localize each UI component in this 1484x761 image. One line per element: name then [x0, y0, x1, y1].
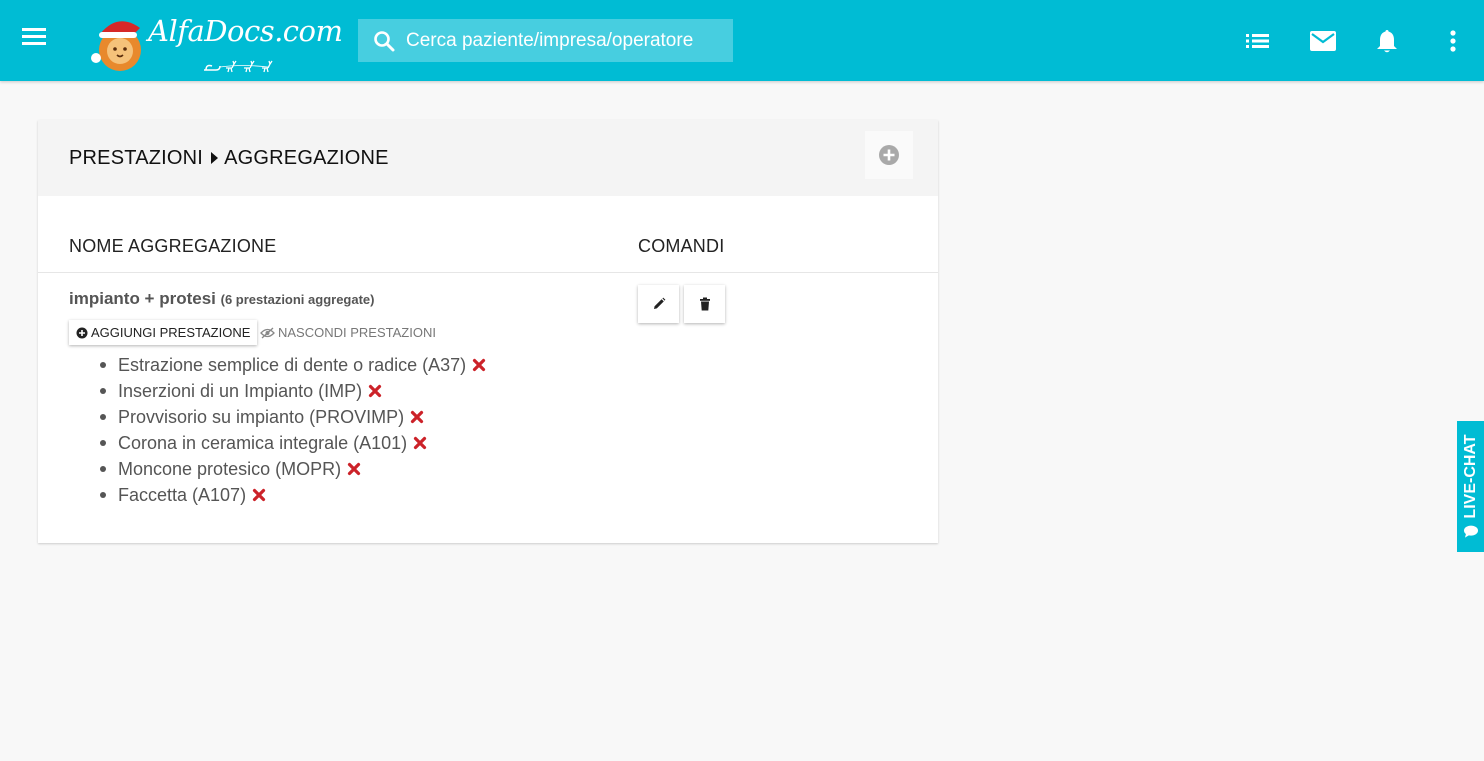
aggregation-count: (6 prestazioni aggregate)	[220, 292, 375, 307]
service-name: Provvisorio su impianto (PROVIMP)	[118, 406, 405, 427]
delete-button[interactable]	[684, 285, 725, 323]
list-item: Provvisorio su impianto (PROVIMP)	[100, 404, 486, 430]
trash-icon	[699, 297, 710, 311]
plus-circle-icon	[76, 327, 88, 338]
list-item: Moncone protesico (MOPR)	[100, 456, 486, 482]
hide-services-button[interactable]: NASCONDI PRESTAZIONI	[260, 320, 436, 345]
add-service-label: AGGIUNGI PRESTAZIONE	[91, 325, 251, 340]
hide-services-label: NASCONDI PRESTAZIONI	[278, 325, 436, 340]
add-service-button[interactable]: AGGIUNGI PRESTAZIONE	[69, 320, 258, 345]
service-name: Inserzioni di un Impianto (IMP)	[118, 380, 363, 401]
header-divider	[38, 272, 938, 273]
bullet-icon	[100, 362, 106, 368]
remove-icon[interactable]	[472, 358, 486, 372]
more-vert-icon[interactable]	[1438, 26, 1468, 56]
mail-icon[interactable]	[1308, 26, 1338, 56]
logo-text: AlfaDocs.com	[148, 14, 343, 48]
bullet-icon	[100, 440, 106, 446]
search-input[interactable]	[406, 19, 733, 62]
chat-bubble-icon	[1463, 525, 1478, 538]
caret-right-icon	[211, 152, 219, 164]
add-aggregation-button[interactable]	[865, 131, 913, 179]
plus-circle-icon	[879, 145, 899, 165]
service-name: Faccetta (A107)	[118, 484, 247, 505]
live-chat-tab[interactable]: LIVE-CHAT	[1457, 421, 1484, 552]
remove-icon[interactable]	[347, 462, 361, 476]
bullet-icon	[100, 466, 106, 472]
menu-icon[interactable]	[22, 28, 50, 52]
bullet-icon	[100, 492, 106, 498]
aggregation-name: impianto + protesi	[69, 289, 216, 308]
column-header-name: NOME AGGREGAZIONE	[69, 236, 277, 256]
live-chat-text: LIVE-CHAT	[1461, 433, 1479, 519]
lion-santa-logo-icon	[91, 21, 141, 71]
global-search[interactable]	[358, 19, 733, 62]
breadcrumb: PRESTAZIONI AGGREGAZIONE	[69, 147, 389, 170]
pencil-icon	[653, 297, 665, 309]
bullet-icon	[100, 414, 106, 420]
aggregation-title: impianto + protesi (6 prestazioni aggreg…	[69, 289, 375, 309]
live-chat-label: LIVE-CHAT	[1462, 434, 1480, 539]
edit-button[interactable]	[638, 285, 679, 323]
bullet-icon	[100, 388, 106, 394]
breadcrumb-root[interactable]: PRESTAZIONI	[69, 147, 203, 170]
remove-icon[interactable]	[413, 436, 427, 450]
service-name: Corona in ceramica integrale (A101)	[118, 432, 408, 453]
column-header-commands: COMANDI	[638, 236, 725, 256]
remove-icon[interactable]	[252, 488, 266, 502]
list-item: Estrazione semplice di dente o radice (A…	[100, 352, 486, 378]
list-icon[interactable]	[1243, 26, 1273, 56]
eye-slash-icon	[260, 327, 275, 338]
aggregation-card: PRESTAZIONI AGGREGAZIONE NOME AGGREGAZIO…	[38, 120, 938, 543]
bell-icon[interactable]	[1372, 26, 1402, 56]
list-item: Inserzioni di un Impianto (IMP)	[100, 378, 486, 404]
list-item: Corona in ceramica integrale (A101)	[100, 430, 486, 456]
top-app-bar: AlfaDocs.com	[0, 0, 1484, 81]
alfadocs-logo[interactable]: AlfaDocs.com	[86, 8, 343, 76]
service-name: Moncone protesico (MOPR)	[118, 458, 342, 479]
service-name: Estrazione semplice di dente o radice (A…	[118, 354, 467, 375]
service-list: Estrazione semplice di dente o radice (A…	[100, 352, 486, 508]
sleigh-reindeer-icon	[204, 60, 273, 73]
search-icon	[374, 30, 395, 51]
card-header: PRESTAZIONI AGGREGAZIONE	[38, 120, 938, 196]
breadcrumb-current: AGGREGAZIONE	[224, 146, 389, 169]
list-item: Faccetta (A107)	[100, 482, 486, 508]
remove-icon[interactable]	[410, 410, 424, 424]
remove-icon[interactable]	[368, 384, 382, 398]
